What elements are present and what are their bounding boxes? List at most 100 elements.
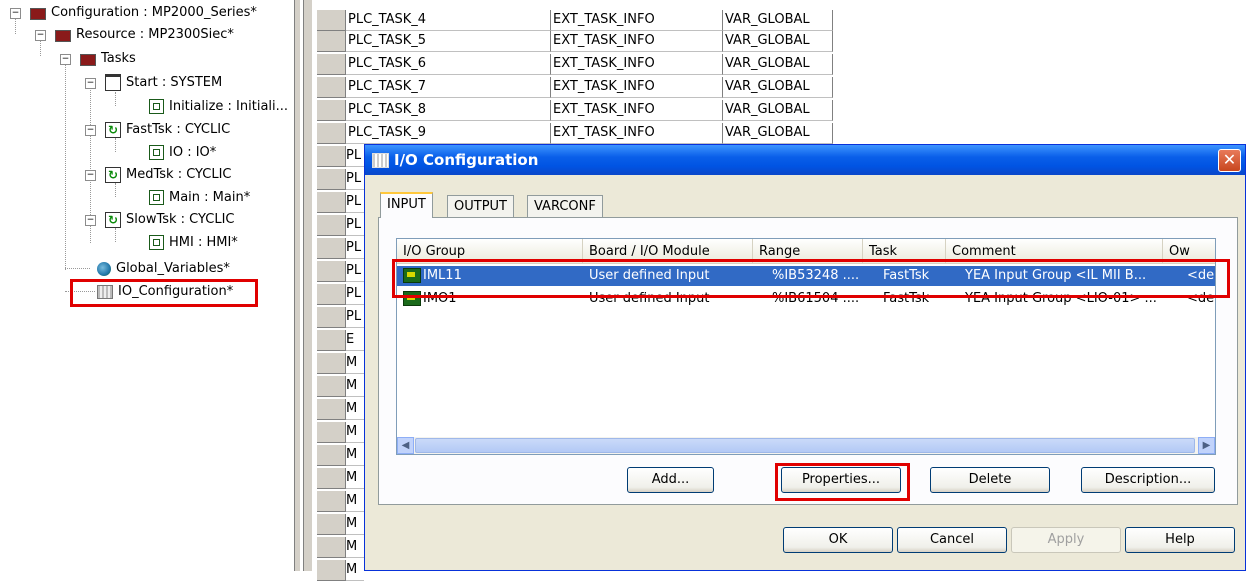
row-header[interactable] — [317, 353, 346, 374]
horizontal-scrollbar[interactable]: ◀ ▶ — [397, 437, 1215, 454]
grid-cell-scope[interactable]: VAR_GLOBAL — [723, 77, 833, 98]
tree-line — [65, 268, 90, 269]
row-header[interactable] — [317, 261, 346, 282]
grid-cell-stub[interactable]: PL — [346, 238, 364, 259]
apply-button[interactable]: Apply — [1011, 527, 1121, 553]
row-header[interactable] — [317, 330, 346, 351]
grid-cell-stub[interactable]: PL — [346, 307, 364, 328]
grid-cell-stub[interactable]: PL — [346, 284, 364, 305]
tree-item-resource[interactable]: Resource : MP2300Siec* — [55, 24, 234, 45]
grid-cell-stub[interactable]: M — [346, 514, 364, 535]
highlight-box — [775, 463, 910, 501]
tree-item-tasks[interactable]: Tasks — [80, 48, 136, 69]
row-header[interactable] — [317, 468, 346, 489]
delete-button[interactable]: Delete — [930, 467, 1050, 493]
add-button[interactable]: Add... — [627, 467, 714, 493]
tab-output[interactable]: OUTPUT — [447, 195, 514, 217]
grid-cell-stub[interactable]: M — [346, 422, 364, 443]
row-header[interactable] — [317, 422, 346, 443]
collapse-toggle[interactable]: − — [60, 54, 71, 65]
row-header[interactable] — [317, 215, 346, 236]
grid-cell-stub[interactable]: M — [346, 468, 364, 489]
grid-cell-stub[interactable]: M — [346, 445, 364, 466]
grid-cell-stub[interactable]: M — [346, 376, 364, 397]
grid-cell-scope[interactable]: VAR_GLOBAL — [723, 54, 833, 75]
grid-cell-name[interactable]: PLC_TASK_6 — [346, 54, 551, 75]
tree-item-main[interactable]: Main : Main* — [149, 187, 250, 208]
collapse-toggle[interactable]: − — [35, 30, 46, 41]
tree-item-fasttsk[interactable]: ↻ FastTsk : CYCLIC — [105, 119, 230, 140]
help-button[interactable]: Help — [1125, 527, 1235, 553]
tree-item-global-variables[interactable]: Global_Variables* — [97, 258, 230, 279]
grid-cell-name[interactable]: PLC_TASK_9 — [346, 123, 551, 144]
description-button[interactable]: Description... — [1081, 467, 1215, 493]
tree-item-slowtsk[interactable]: ↻ SlowTsk : CYCLIC — [105, 209, 235, 230]
close-button[interactable]: ✕ — [1218, 149, 1241, 172]
cancel-button[interactable]: Cancel — [897, 527, 1007, 553]
grid-cell-stub[interactable]: M — [346, 353, 364, 374]
row-header[interactable] — [317, 445, 346, 466]
collapse-toggle[interactable]: − — [85, 125, 96, 136]
grid-cell-scope[interactable]: VAR_GLOBAL — [723, 100, 833, 121]
row-header[interactable] — [317, 307, 346, 328]
grid-cell-scope[interactable]: VAR_GLOBAL — [723, 123, 833, 144]
grid-cell-type[interactable]: EXT_TASK_INFO — [551, 123, 723, 144]
grid-cell-stub[interactable]: PL — [346, 169, 364, 190]
tree-item-hmi[interactable]: HMI : HMI* — [149, 232, 238, 253]
grid-cell-type[interactable]: EXT_TASK_INFO — [551, 100, 723, 121]
grid-cell-stub[interactable]: PL — [346, 215, 364, 236]
tree-item-label: Initialize : Initiali... — [169, 99, 289, 114]
dialog-titlebar[interactable]: I/O Configuration ✕ — [365, 145, 1245, 175]
row-header[interactable] — [317, 514, 346, 535]
grid-cell-stub[interactable]: M — [346, 537, 364, 558]
grid-cell-scope[interactable]: VAR_GLOBAL — [723, 31, 833, 52]
tree-item-configuration[interactable]: Configuration : MP2000_Series* — [30, 2, 257, 23]
row-header[interactable] — [317, 238, 346, 259]
row-header[interactable] — [317, 10, 346, 31]
ok-button[interactable]: OK — [783, 527, 893, 553]
grid-cell-scope[interactable]: VAR_GLOBAL — [723, 10, 833, 31]
grid-cell-name[interactable]: PLC_TASK_4 — [346, 10, 551, 31]
grid-cell-type[interactable]: EXT_TASK_INFO — [551, 10, 723, 31]
grid-cell-stub[interactable]: PL — [346, 192, 364, 213]
grid-cell-type[interactable]: EXT_TASK_INFO — [551, 77, 723, 98]
grid-cell-name[interactable]: PLC_TASK_8 — [346, 100, 551, 121]
scroll-left-icon[interactable]: ◀ — [397, 437, 414, 454]
grid-cell-stub[interactable]: PL — [346, 261, 364, 282]
scroll-right-icon[interactable]: ▶ — [1198, 437, 1215, 454]
tree-item-medtsk[interactable]: ↻ MedTsk : CYCLIC — [105, 164, 232, 185]
collapse-toggle[interactable]: − — [10, 8, 21, 19]
row-header[interactable] — [317, 169, 346, 190]
row-header[interactable] — [317, 54, 346, 75]
row-header[interactable] — [317, 284, 346, 305]
row-header[interactable] — [317, 77, 346, 98]
collapse-toggle[interactable]: − — [85, 78, 96, 89]
row-header[interactable] — [317, 399, 346, 420]
grid-cell-name[interactable]: PLC_TASK_5 — [346, 31, 551, 52]
tab-varconf[interactable]: VARCONF — [527, 195, 603, 217]
tree-item-initialize[interactable]: Initialize : Initiali... — [149, 96, 288, 117]
grid-cell-stub[interactable]: M — [346, 399, 364, 420]
row-header[interactable] — [317, 192, 346, 213]
grid-cell-stub[interactable]: E — [346, 330, 364, 351]
grid-cell-type[interactable]: EXT_TASK_INFO — [551, 31, 723, 52]
collapse-toggle[interactable]: − — [85, 170, 96, 181]
row-header[interactable] — [317, 31, 346, 52]
grid-cell-type[interactable]: EXT_TASK_INFO — [551, 54, 723, 75]
tree-item-label: IO : IO* — [169, 145, 217, 160]
row-header[interactable] — [317, 146, 346, 167]
tab-input[interactable]: INPUT — [380, 192, 433, 218]
collapse-toggle[interactable]: − — [85, 215, 96, 226]
tree-item-io[interactable]: IO : IO* — [149, 142, 216, 163]
row-header[interactable] — [317, 123, 346, 144]
tree-item-start-task[interactable]: Start : SYSTEM — [105, 72, 222, 93]
row-header[interactable] — [317, 537, 346, 558]
row-header[interactable] — [317, 491, 346, 512]
grid-cell-stub[interactable]: PL — [346, 146, 364, 167]
scrollbar-thumb[interactable] — [415, 438, 1195, 453]
grid-cell-stub[interactable]: M — [346, 491, 364, 512]
row-header[interactable] — [317, 376, 346, 397]
grid-cell-name[interactable]: PLC_TASK_7 — [346, 77, 551, 98]
row-header[interactable] — [317, 100, 346, 121]
pane-splitter[interactable] — [294, 0, 313, 571]
